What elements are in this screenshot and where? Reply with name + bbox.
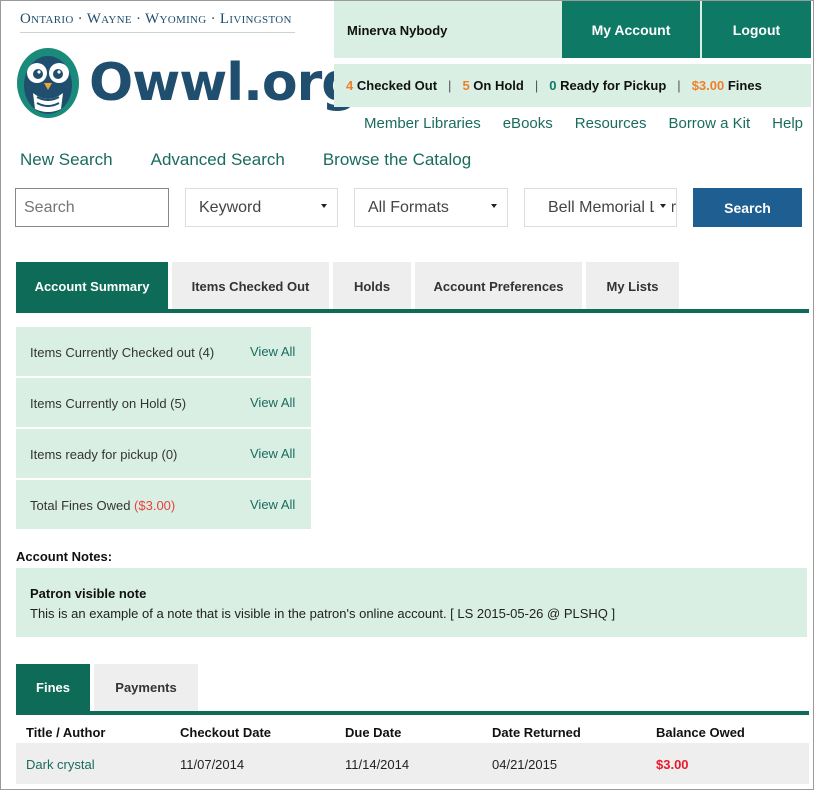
ready-pickup-count: 0 — [549, 78, 557, 93]
on-hold-status[interactable]: 5 On Hold — [462, 78, 523, 93]
fines-status[interactable]: $3.00 Fines — [692, 78, 762, 93]
owl-logo-icon[interactable] — [15, 43, 81, 119]
status-separator: | — [677, 78, 681, 93]
search-nav: New Search Advanced Search Browse the Ca… — [20, 150, 509, 170]
user-name: Minerva Nybody — [347, 23, 448, 38]
ready-pickup-label: Ready for Pickup — [560, 78, 667, 93]
summary-label: Items Currently Checked out (4) — [30, 345, 215, 360]
summary-label: Total Fines Owed ($3.00) — [30, 498, 175, 513]
search-type-select[interactable]: Keyword — [185, 188, 338, 227]
status-separator: | — [448, 78, 452, 93]
site-logo-text[interactable]: Owwl.org — [89, 53, 358, 113]
new-search-link[interactable]: New Search — [20, 150, 113, 170]
checked-out-status[interactable]: 4 Checked Out — [346, 78, 437, 93]
fines-label: Fines — [727, 78, 762, 93]
user-bar: Minerva Nybody My Account Logout — [334, 1, 811, 58]
my-account-button[interactable]: My Account — [562, 1, 700, 58]
chevron-down-icon — [660, 204, 666, 208]
fines-owed-label: Total Fines Owed — [30, 498, 135, 513]
library-value: Bell Memorial Library — [548, 198, 676, 216]
summary-row: Items Currently on Hold (5) View All — [16, 378, 311, 427]
view-all-link[interactable]: View All — [250, 395, 295, 410]
fine-item-title-link[interactable]: Dark crystal — [26, 757, 95, 772]
on-hold-label: On Hold — [473, 78, 524, 93]
checked-out-label: Checked Out — [356, 78, 438, 93]
format-select[interactable]: All Formats — [354, 188, 508, 227]
note-body: This is an example of a note that is vis… — [30, 606, 616, 621]
summary-row: Items ready for pickup (0) View All — [16, 429, 311, 478]
format-value: All Formats — [368, 198, 449, 216]
fines-amount: $3.00 — [691, 78, 725, 93]
column-checkout-date: Checkout Date — [180, 725, 272, 740]
ready-pickup-status[interactable]: 0 Ready for Pickup — [549, 78, 666, 93]
tab-holds[interactable]: Holds — [333, 262, 411, 310]
column-date-returned: Date Returned — [492, 725, 581, 740]
column-due-date: Due Date — [345, 725, 402, 740]
tab-payments[interactable]: Payments — [94, 664, 198, 711]
search-button[interactable]: Search — [693, 188, 802, 227]
table-row — [16, 743, 809, 784]
tab-my-lists[interactable]: My Lists — [586, 262, 679, 310]
summary-row: Total Fines Owed ($3.00) View All — [16, 480, 311, 529]
fines-owed-amount: ($3.00) — [134, 498, 176, 513]
patron-note: Patron visible note This is an example o… — [16, 568, 807, 637]
checked-out-count: 4 — [346, 78, 354, 93]
tab-items-checked-out[interactable]: Items Checked Out — [172, 262, 329, 310]
chevron-down-icon — [491, 204, 497, 208]
nav-borrow-a-kit[interactable]: Borrow a Kit — [668, 115, 750, 132]
column-title-author: Title / Author — [26, 725, 106, 740]
nav-member-libraries[interactable]: Member Libraries — [364, 115, 481, 132]
tagline-divider — [20, 32, 295, 33]
summary-row: Items Currently Checked out (4) View All — [16, 327, 311, 376]
fine-balance-owed: $3.00 — [656, 757, 689, 772]
status-separator: | — [534, 78, 539, 93]
fines-tabs: Fines Payments — [16, 664, 202, 711]
view-all-link[interactable]: View All — [250, 497, 295, 512]
library-select[interactable]: Bell Memorial Library — [524, 188, 677, 227]
tab-account-preferences[interactable]: Account Preferences — [415, 262, 582, 310]
counties-tagline: Ontario · Wayne · Wyoming · Livingston — [20, 11, 292, 27]
fines-tabs-underline — [16, 711, 809, 715]
browse-catalog-link[interactable]: Browse the Catalog — [323, 150, 471, 170]
search-input[interactable] — [15, 188, 169, 227]
search-type-value: Keyword — [199, 198, 262, 216]
logout-button[interactable]: Logout — [702, 1, 811, 58]
nav-ebooks[interactable]: eBooks — [503, 115, 553, 132]
column-balance-owed: Balance Owed — [656, 725, 745, 740]
view-all-link[interactable]: View All — [250, 446, 295, 461]
account-tabs: Account Summary Items Checked Out Holds … — [16, 262, 683, 310]
fine-date-returned: 04/21/2015 — [492, 757, 558, 772]
summary-label: Items ready for pickup (0) — [30, 447, 178, 462]
account-summary-panel: Items Currently Checked out (4) View All… — [16, 327, 311, 531]
tab-fines[interactable]: Fines — [16, 664, 90, 711]
account-status-bar: 4 Checked Out | 5 On Hold | 0 Ready for … — [334, 64, 811, 107]
advanced-search-link[interactable]: Advanced Search — [151, 150, 285, 170]
chevron-down-icon — [321, 204, 327, 208]
fine-due-date: 11/14/2014 — [345, 757, 410, 772]
note-title: Patron visible note — [30, 586, 147, 601]
tabs-underline — [16, 309, 809, 313]
fine-checkout-date: 11/07/2014 — [180, 757, 245, 772]
view-all-link[interactable]: View All — [250, 344, 295, 359]
on-hold-count: 5 — [462, 78, 470, 93]
account-notes-heading: Account Notes: — [16, 549, 113, 564]
summary-label: Items Currently on Hold (5) — [30, 396, 187, 411]
nav-resources[interactable]: Resources — [575, 115, 647, 132]
tab-account-summary[interactable]: Account Summary — [16, 262, 168, 310]
nav-help[interactable]: Help — [772, 115, 803, 132]
top-nav: Member Libraries eBooks Resources Borrow… — [364, 115, 814, 132]
